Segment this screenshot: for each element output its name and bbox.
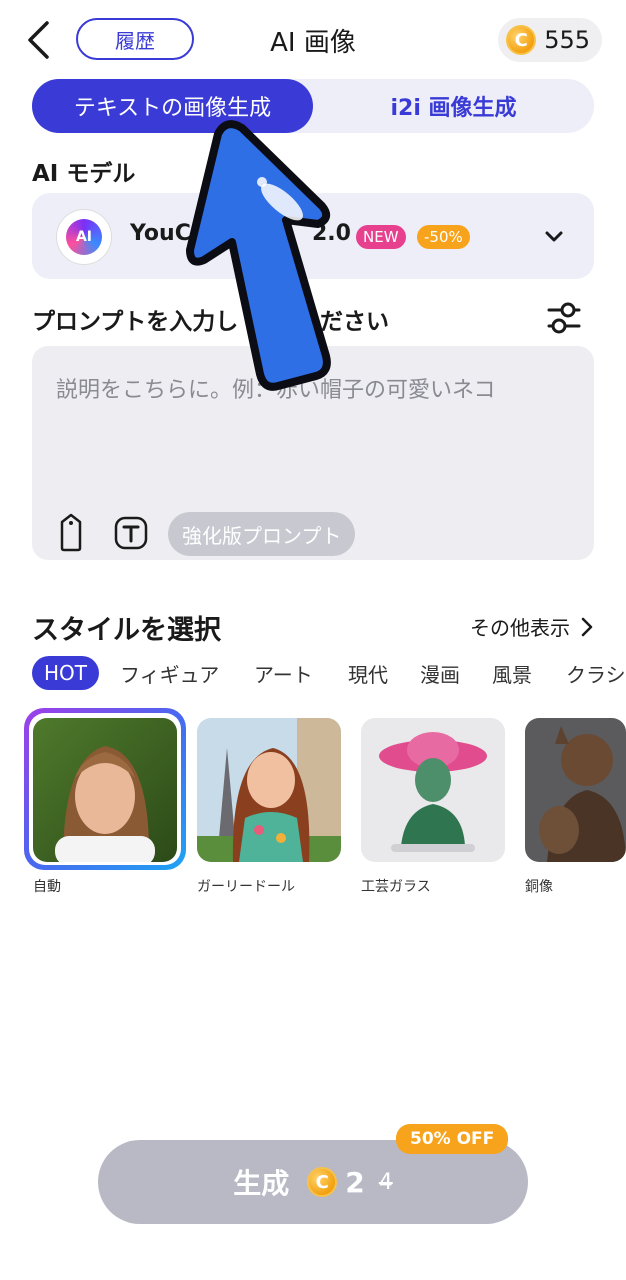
show-more-link[interactable]: その他表示 [470,612,594,641]
style-tab-figure[interactable]: フィギュア [120,656,219,690]
pointer-arrow-icon [186,120,331,391]
style-card-girly-doll[interactable] [197,718,341,862]
chevron-right-icon [581,617,593,636]
sliders-icon[interactable] [546,298,582,338]
style-label-girly-doll: ガーリードール [197,879,295,895]
coin-balance[interactable]: C 555 [498,18,602,62]
coin-balance-value: 555 [544,26,590,54]
glass-statue-image [361,718,505,862]
tab-image-to-image[interactable]: i2i 画像生成 [313,79,594,133]
generate-label: 生成 [233,1167,290,1200]
style-label-auto: 自動 [33,879,61,895]
style-tab-classic[interactable]: クラシ [566,656,626,690]
style-tab-landscape[interactable]: 風景 [492,656,532,690]
coin-icon: C [307,1167,338,1197]
doll-image [197,718,341,862]
chevron-down-icon [545,231,563,242]
ai-model-heading: AI モデル [32,161,136,187]
style-tab-hot[interactable]: HOT [32,656,99,690]
style-card-craft-glass[interactable] [361,718,505,862]
style-tab-art[interactable]: アート [254,656,313,690]
enhance-prompt-button[interactable]: 強化版プロンプト [168,512,356,556]
offer-badge: 50% OFF [396,1124,509,1154]
generate-old-price: 4 [378,1169,393,1195]
discount-badge: -50% [417,225,470,249]
tag-icon[interactable] [56,512,86,552]
new-badge: NEW [356,225,406,249]
bronze-statue-image [525,718,626,862]
style-card-bronze[interactable] [525,718,626,862]
portrait-girl-image [33,718,177,862]
style-card-auto[interactable] [33,718,177,862]
coin-icon: C [506,25,537,55]
style-tab-manga[interactable]: 漫画 [420,656,460,690]
style-tab-modern[interactable]: 現代 [348,656,388,690]
model-logo-mark: AI [66,219,102,255]
model-logo: AI [56,209,112,265]
style-label-bronze: 銅像 [525,879,553,895]
style-label-craft-glass: 工芸ガラス [361,879,431,895]
style-category-tabs: HOT フィギュア アート 現代 漫画 風景 クラシ [32,656,626,692]
style-heading: スタイルを選択 [32,615,221,646]
show-more-label: その他表示 [470,616,570,640]
text-format-icon[interactable] [114,516,148,550]
generate-price: 2 [345,1165,365,1199]
